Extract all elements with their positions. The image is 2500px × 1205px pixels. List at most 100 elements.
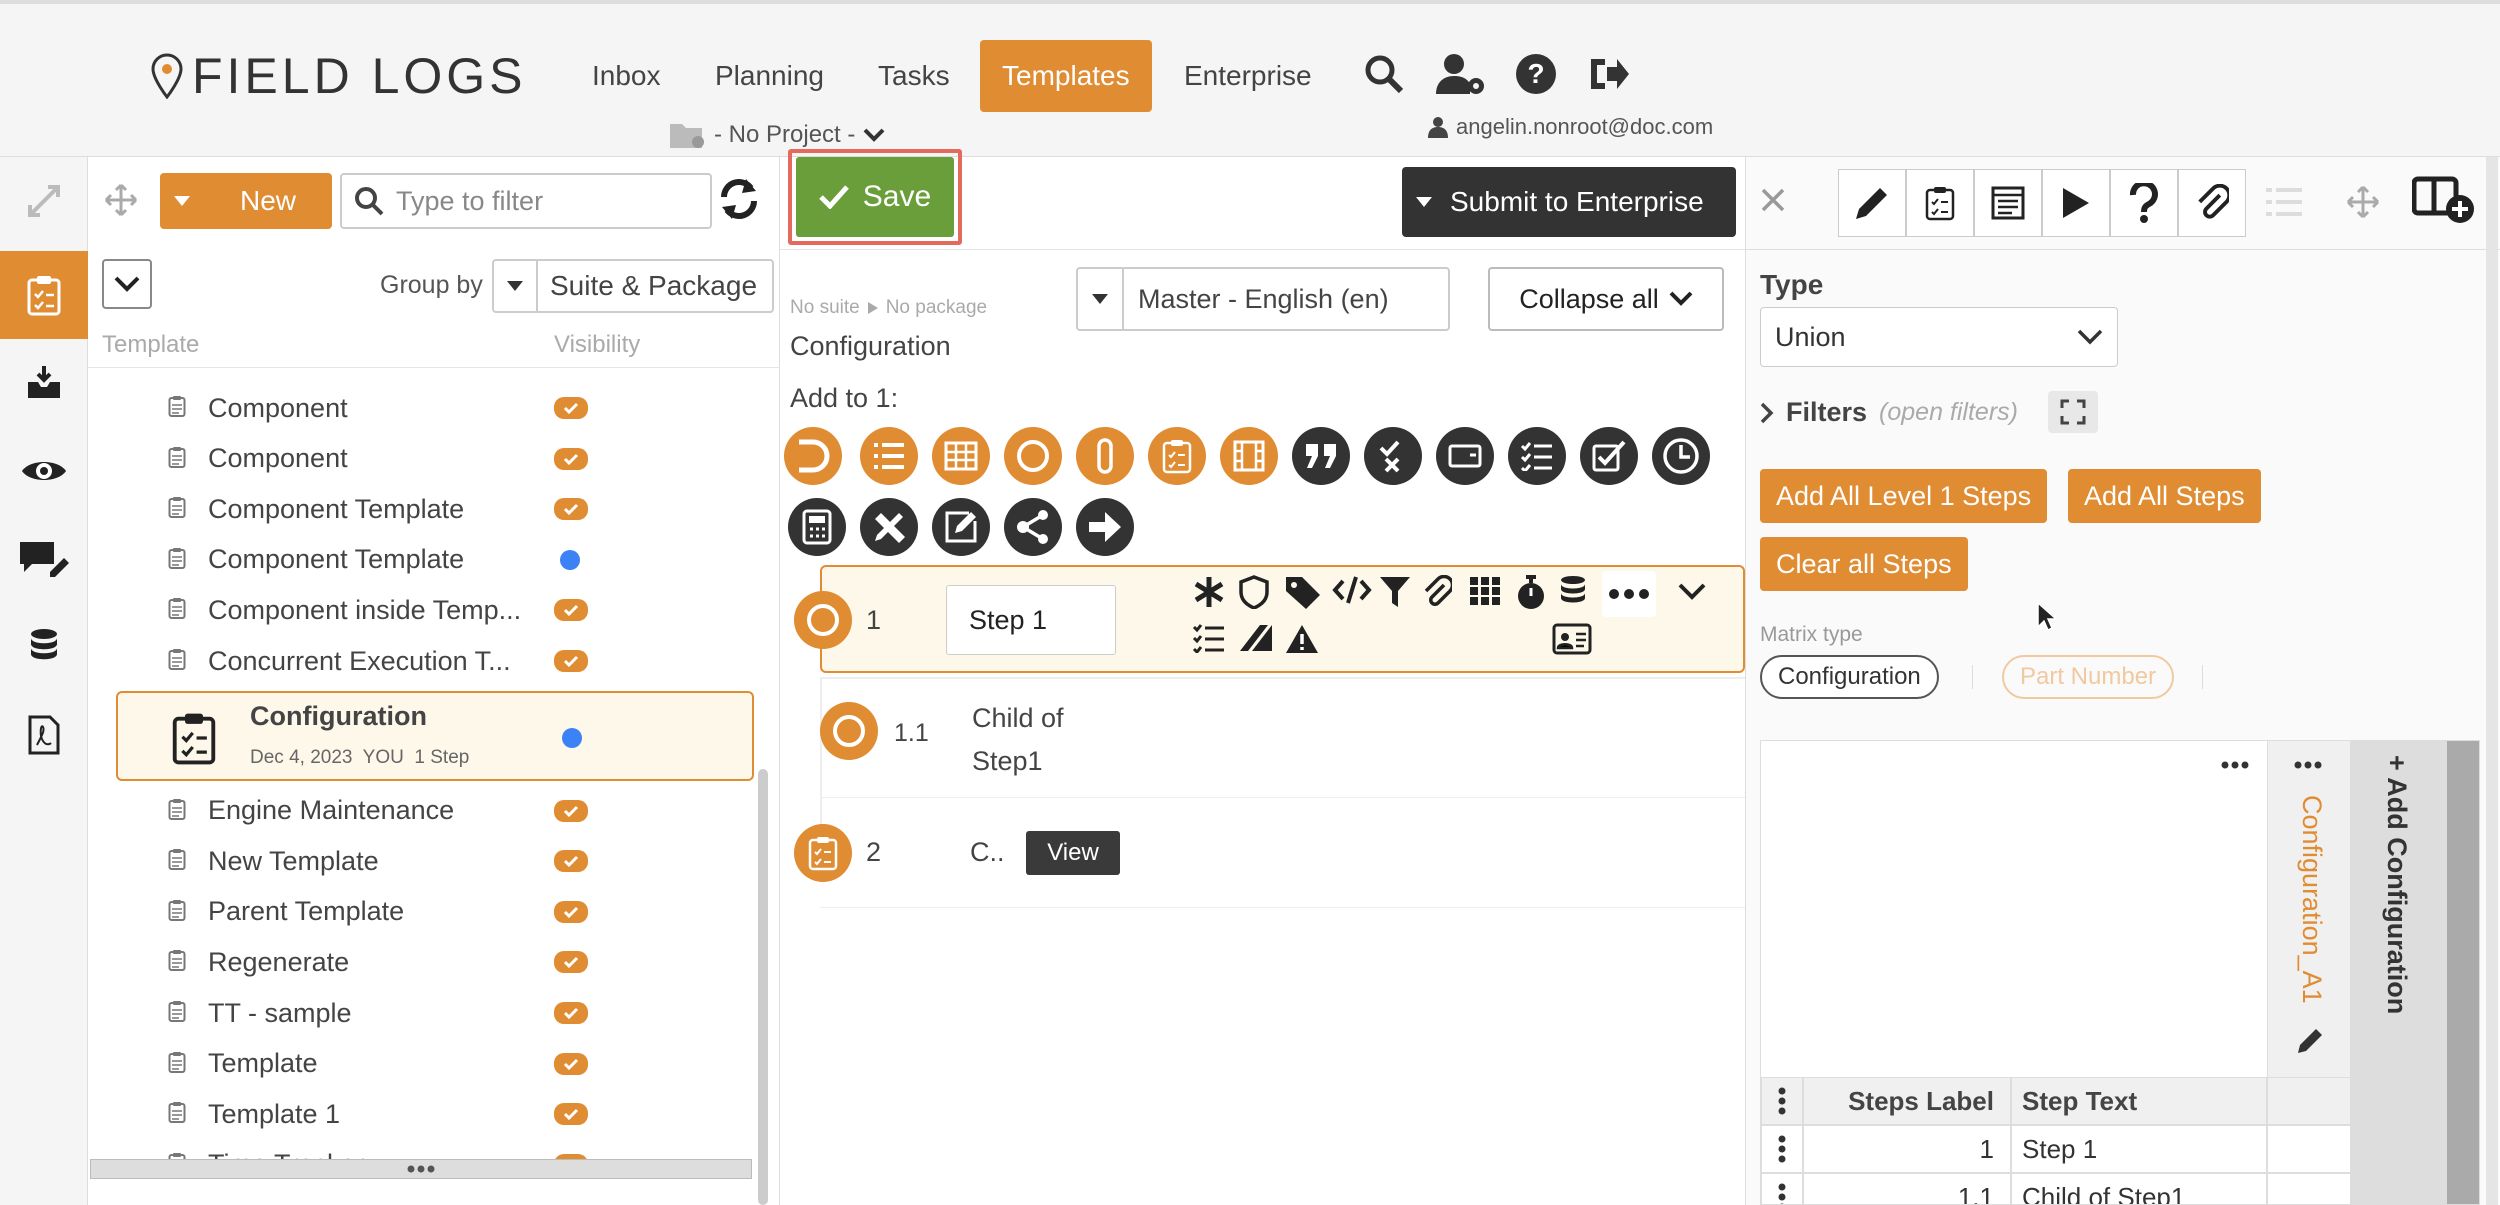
refresh-icon[interactable] [716, 175, 762, 223]
matrix-part-number-chip[interactable]: Part Number [2002, 655, 2175, 699]
database-icon[interactable] [0, 603, 88, 691]
save-button[interactable]: Save [796, 157, 954, 237]
check-x-icon[interactable] [1364, 427, 1422, 485]
expand-icon[interactable] [0, 157, 88, 245]
config-column-header[interactable]: Configuration_A1 [2267, 741, 2351, 1077]
visibility-check-icon[interactable] [554, 1103, 588, 1126]
paperclip-icon[interactable] [2178, 169, 2246, 237]
add-configuration-button[interactable]: + Add Configuration [2351, 741, 2447, 1204]
clock-icon[interactable] [1652, 427, 1710, 485]
visibility-check-icon[interactable] [554, 850, 588, 873]
horizontal-scrollbar[interactable] [90, 1159, 752, 1179]
move-icon[interactable] [2346, 185, 2380, 219]
visibility-check-icon[interactable] [554, 1002, 588, 1024]
visibility-check-icon[interactable] [554, 951, 588, 974]
row-menu-icon[interactable] [1761, 1125, 1803, 1173]
arrow-right-icon[interactable] [1076, 498, 1134, 556]
visibility-check-icon[interactable] [554, 900, 588, 923]
edit-box-icon[interactable] [932, 498, 990, 556]
logout-icon[interactable] [1582, 48, 1634, 100]
checklist-icon[interactable] [1148, 427, 1206, 485]
visibility-check-icon[interactable] [554, 799, 588, 822]
checkbox-icon[interactable] [1580, 427, 1638, 485]
template-list-item[interactable]: Template [88, 1039, 752, 1089]
visibility-check-icon[interactable] [554, 1052, 588, 1075]
step-type-icon[interactable] [794, 591, 852, 649]
visibility-dot-icon[interactable] [554, 549, 580, 570]
pencil-icon[interactable] [1838, 169, 1906, 237]
template-list-item-selected[interactable]: Configuration Dec 4, 2023 YOU 1 Step [116, 690, 754, 781]
nav-planning[interactable]: Planning [693, 40, 846, 112]
asterisk-icon[interactable] [1192, 575, 1226, 609]
view-button[interactable]: View [1026, 831, 1120, 875]
row-menu-icon[interactable] [1761, 1173, 1803, 1204]
add-panel-icon[interactable] [2412, 175, 2478, 227]
templates-rail-icon[interactable] [0, 251, 88, 339]
card-icon[interactable] [1436, 427, 1494, 485]
submit-enterprise-button[interactable]: Submit to Enterprise [1402, 167, 1736, 237]
ruler-pencil-icon[interactable] [860, 498, 918, 556]
vertical-scrollbar[interactable] [2447, 741, 2479, 1204]
add-level1-steps-button[interactable]: Add All Level 1 Steps [1760, 469, 2048, 523]
stopwatch-icon[interactable] [1514, 575, 1548, 611]
template-list-item[interactable]: Engine Maintenance [88, 786, 752, 836]
warning-icon[interactable] [1284, 623, 1320, 655]
nav-enterprise[interactable]: Enterprise [1162, 40, 1334, 112]
step-expand-chevron-icon[interactable] [1678, 583, 1706, 601]
row-menu-icon[interactable] [1761, 1077, 1803, 1125]
id-card-icon[interactable] [1552, 623, 1592, 655]
inbox-download-icon[interactable] [0, 339, 88, 427]
add-all-steps-button[interactable]: Add All Steps [2068, 469, 2261, 523]
tags-icon[interactable] [1284, 575, 1324, 609]
search-icon[interactable] [1358, 48, 1410, 100]
table-icon[interactable] [932, 427, 990, 485]
project-selector[interactable]: - No Project - [668, 120, 885, 150]
step-type-icon[interactable] [794, 824, 852, 882]
template-list-item[interactable]: Component [88, 434, 752, 484]
nav-templates[interactable]: Templates [980, 40, 1152, 112]
circle-icon[interactable] [1004, 427, 1062, 485]
move-icon[interactable] [104, 183, 138, 217]
filter-icon[interactable] [1378, 575, 1412, 609]
language-select[interactable]: Master - English (en) [1076, 267, 1450, 331]
quote-icon[interactable] [1292, 427, 1350, 485]
template-list-item[interactable]: New Template [88, 836, 752, 886]
play-icon[interactable] [2042, 169, 2110, 237]
type-select[interactable]: Union [1760, 307, 2118, 367]
pencil-icon[interactable] [2296, 1025, 2326, 1055]
visibility-check-icon[interactable] [554, 498, 588, 521]
numbered-list-icon[interactable] [860, 427, 918, 485]
visibility-check-icon[interactable] [554, 650, 588, 672]
help-icon[interactable]: ? [1510, 48, 1562, 100]
template-list-item[interactable]: Regenerate [88, 937, 752, 987]
cell-config-value[interactable] [2267, 1125, 2351, 1173]
cell-config-value[interactable] [2267, 1173, 2351, 1204]
template-list-item[interactable]: Parent Template [88, 887, 752, 937]
group-by-select[interactable]: Suite & Package [492, 259, 774, 313]
paperclip-icon[interactable] [1422, 575, 1452, 609]
calculator-icon[interactable] [788, 498, 846, 556]
new-template-button[interactable]: New [160, 173, 332, 229]
ruler-slant-icon[interactable] [1238, 623, 1276, 653]
template-list-item[interactable]: Component Template [88, 535, 752, 585]
shield-icon[interactable] [1238, 575, 1270, 609]
database-list-icon[interactable] [1558, 575, 1588, 609]
template-list-item[interactable]: Component Template [88, 484, 752, 534]
template-list-item[interactable]: Concurrent Execution T... [88, 636, 752, 686]
fullscreen-icon[interactable] [2048, 391, 2098, 433]
breadcrumb-suite[interactable]: No suite [790, 297, 860, 319]
code-icon[interactable] [1332, 575, 1372, 605]
visibility-dot-icon[interactable] [556, 727, 582, 748]
user-account[interactable]: angelin.nonroot@doc.com [1428, 114, 1713, 140]
more-options-button[interactable] [1602, 571, 1656, 617]
nav-inbox[interactable]: Inbox [570, 40, 683, 112]
half-circle-icon[interactable] [784, 427, 842, 485]
checklist-lines-icon[interactable] [1192, 623, 1226, 653]
visibility-check-icon[interactable] [554, 447, 588, 470]
checklist-icon[interactable] [1906, 169, 1974, 237]
more-icon[interactable] [2294, 761, 2322, 769]
pdf-icon[interactable] [0, 691, 88, 779]
matrix-configuration-chip[interactable]: Configuration [1760, 655, 1939, 699]
nav-tasks[interactable]: Tasks [856, 40, 972, 112]
clear-steps-button[interactable]: Clear all Steps [1760, 537, 1968, 591]
